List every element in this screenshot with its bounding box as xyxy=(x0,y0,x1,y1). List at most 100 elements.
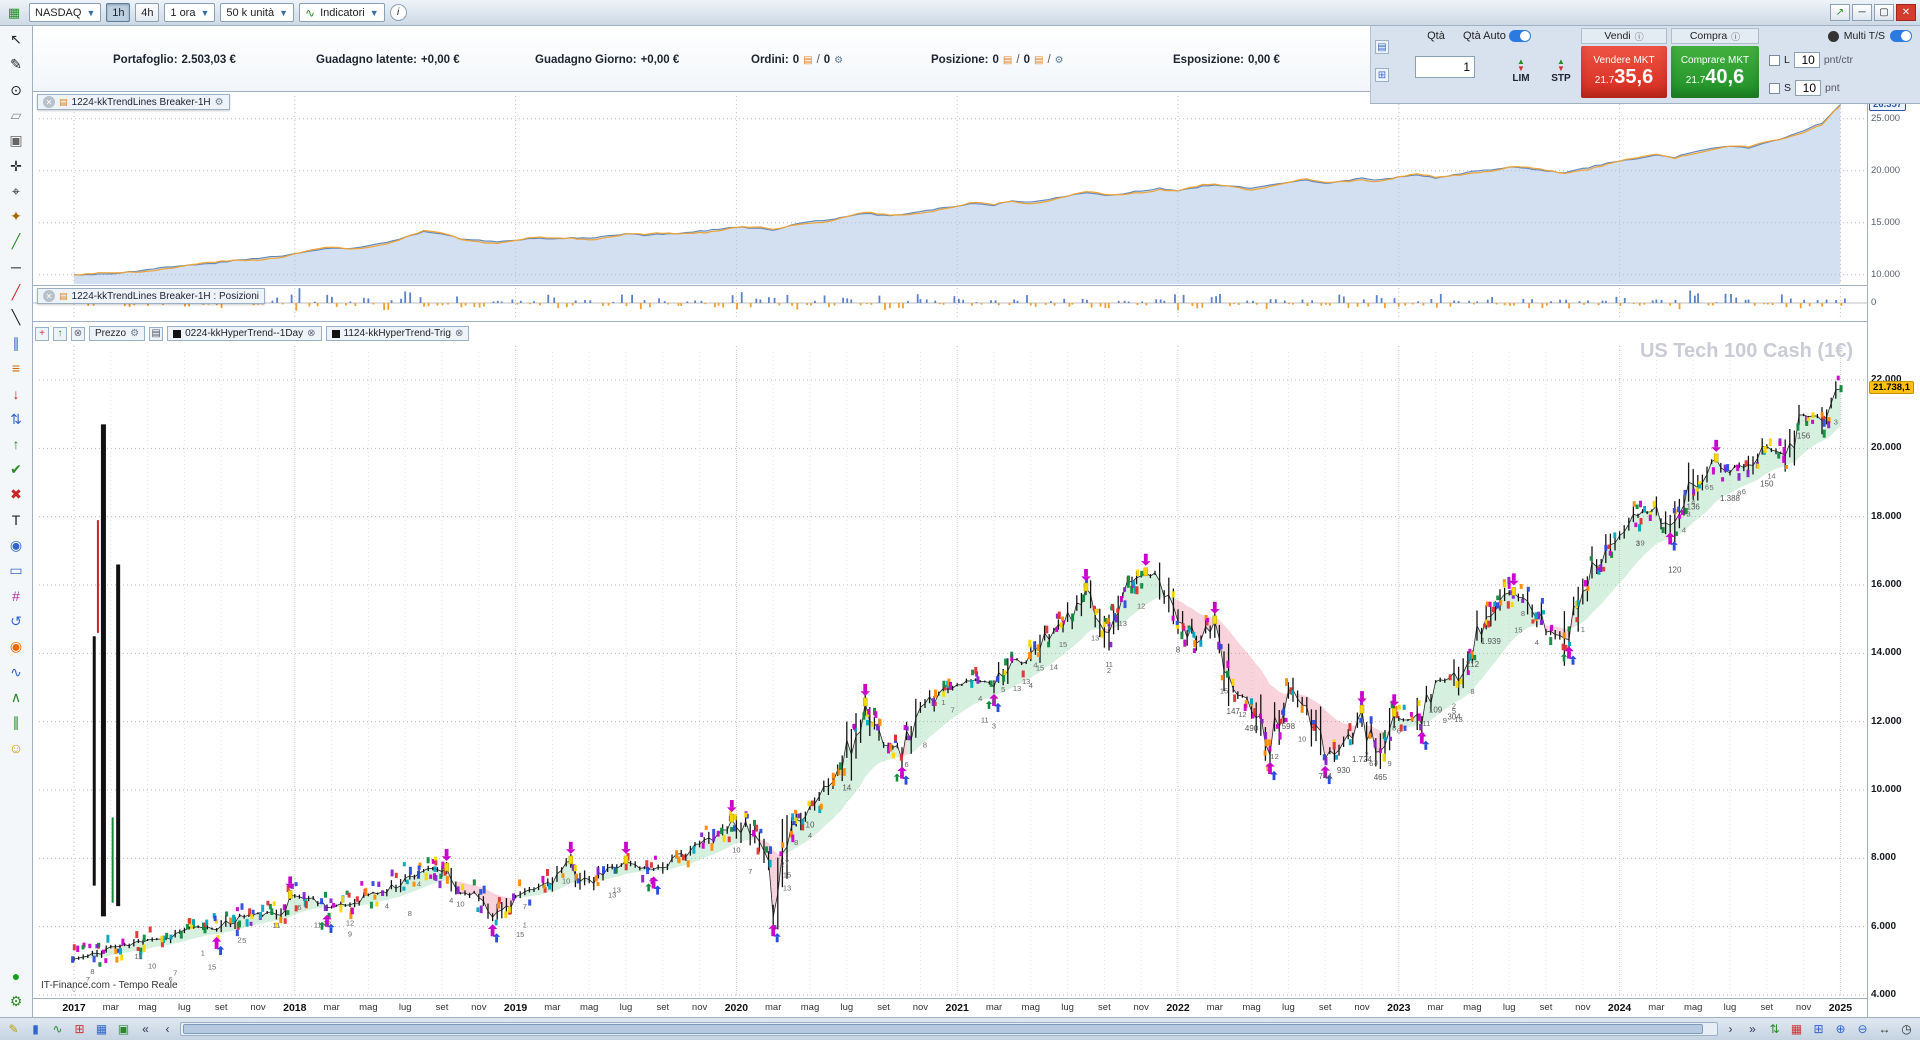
order-book-icon[interactable]: ▤ xyxy=(1375,40,1389,54)
equity-chart-svg[interactable] xyxy=(33,92,1867,286)
equity-chart[interactable] xyxy=(33,92,1867,286)
info-icon[interactable]: ⓘ xyxy=(1731,30,1740,43)
ray-tool-icon[interactable]: ╱ xyxy=(3,281,29,304)
time-axis[interactable]: 2017 mar mag lug set nov 2018 mar mag lug set nov 20… xyxy=(33,998,1867,1017)
channel-tool-icon[interactable]: ∥ xyxy=(3,711,29,734)
wrench-icon[interactable]: ⚙ xyxy=(130,328,139,339)
orders-list-icon[interactable]: ▤ xyxy=(803,55,812,66)
scroll-right-button[interactable]: › xyxy=(1721,1021,1740,1038)
text-tool-icon[interactable]: T xyxy=(3,509,29,532)
layout-icon[interactable]: ▦ xyxy=(92,1021,111,1038)
buy-market-button[interactable]: Comprare MKT 21.740,6 xyxy=(1671,46,1759,98)
horizontal-scrollbar[interactable] xyxy=(180,1022,1718,1036)
positions-chart-svg[interactable] xyxy=(33,286,1867,322)
candlestick-view-icon[interactable]: ▮ xyxy=(26,1021,45,1038)
keypad-icon[interactable]: ⊞ xyxy=(1375,68,1389,82)
limit-order-button[interactable]: ▲ ▼ LIM xyxy=(1503,48,1539,94)
add-indicator-icon[interactable]: + xyxy=(35,326,49,341)
position-history-icon[interactable]: ▤ xyxy=(1034,55,1043,66)
cancel-icon[interactable]: ✖ xyxy=(3,483,29,506)
stats-tool-icon[interactable]: ∿ xyxy=(3,661,29,684)
close-icon[interactable]: ✕ xyxy=(43,96,55,108)
emoji-tool-icon[interactable]: ☺ xyxy=(3,736,29,759)
info-icon[interactable]: ⓘ xyxy=(1635,30,1644,43)
rectangle-tool-icon[interactable]: ▭ xyxy=(3,559,29,582)
toolbar-settings-icon[interactable]: ⚙ xyxy=(3,990,29,1013)
stop-points-input[interactable] xyxy=(1795,80,1822,96)
orders-settings-icon[interactable]: ⚙ xyxy=(834,55,843,66)
parallel-lines-tool-icon[interactable]: ∥ xyxy=(3,332,29,355)
scroll-left-button[interactable]: ‹ xyxy=(158,1021,177,1038)
units-select[interactable]: 50 k unità ▼ xyxy=(220,3,295,22)
confirm-icon[interactable]: ✔ xyxy=(3,458,29,481)
zoom-tool-icon[interactable]: ⊙ xyxy=(3,79,29,102)
scroll-far-left-button[interactable]: « xyxy=(136,1021,155,1038)
equity-panel-tab[interactable]: ✕ ▤ 1224-kkTrendLines Breaker-1H ⚙ xyxy=(37,94,230,110)
crosshair-tool-icon[interactable]: ⌖ xyxy=(3,180,29,203)
zigzag-tool-icon[interactable]: ∧ xyxy=(3,686,29,709)
price-chart[interactable]: 10 14 8 147 490 598 744 930 1.724 465 109 304 212 1.9… xyxy=(33,322,1867,998)
maximize-button[interactable]: ▢ xyxy=(1874,4,1894,21)
list-icon[interactable]: ▤ xyxy=(149,326,164,341)
pencil-tool-icon[interactable]: ✎ xyxy=(3,53,29,76)
sell-arrow-icon[interactable]: ↓ xyxy=(3,382,29,405)
calendar-icon[interactable]: ▦ xyxy=(1787,1021,1806,1038)
snapshot-icon[interactable]: ▣ xyxy=(114,1021,133,1038)
stop-checkbox[interactable] xyxy=(1769,82,1780,94)
sell-market-button[interactable]: Vendere MKT 21.735,6 xyxy=(1581,46,1667,98)
delete-tool-icon[interactable]: ▣ xyxy=(3,129,29,152)
indicator1-chip[interactable]: 0224-kkHyperTrend--1Day ⊗ xyxy=(167,326,322,341)
scrollbar-thumb[interactable] xyxy=(183,1024,1703,1034)
windows-icon[interactable]: ⊞ xyxy=(1809,1021,1828,1038)
auto-scroll-icon[interactable]: ⇅ xyxy=(1765,1021,1784,1038)
indicator2-chip[interactable]: 1124-kkHyperTrend-Trig ⊗ xyxy=(325,326,470,341)
quantity-input[interactable] xyxy=(1415,56,1475,78)
pin-tool-icon[interactable]: ◉ xyxy=(3,534,29,557)
period-select[interactable]: 1 ora ▼ xyxy=(164,3,216,22)
instrument-select[interactable]: NASDAQ ▼ xyxy=(29,3,102,22)
price-axis[interactable]: 26.357 25.000 20.000 15.000 10.000 0 22.000 20.… xyxy=(1867,26,1920,1017)
grid-view-icon[interactable]: ⊞ xyxy=(70,1021,89,1038)
close-icon[interactable]: ⊗ xyxy=(455,328,463,339)
position-settings-icon[interactable]: ⚙ xyxy=(1055,55,1064,66)
positions-chart[interactable] xyxy=(33,286,1867,322)
zoom-in-icon[interactable]: ⊕ xyxy=(1831,1021,1850,1038)
expand-panel-icon[interactable]: ↑ xyxy=(53,326,67,341)
scroll-far-right-button[interactable]: » xyxy=(1743,1021,1762,1038)
trendline-tool-icon[interactable]: ╱ xyxy=(3,230,29,253)
timeframe-4h-button[interactable]: 4h xyxy=(135,3,160,22)
rotate-tool-icon[interactable]: ↺ xyxy=(3,610,29,633)
close-icon[interactable]: ✕ xyxy=(43,290,55,302)
updown-arrows-icon[interactable]: ⇅ xyxy=(3,408,29,431)
timeframe-1h-button[interactable]: 1h xyxy=(106,3,131,22)
draw-mode-icon[interactable]: ✎ xyxy=(4,1021,23,1038)
new-chart-icon[interactable]: ↗ xyxy=(1830,4,1850,21)
clock-icon[interactable]: ◷ xyxy=(1897,1021,1916,1038)
cursor-tool-icon[interactable]: ↖ xyxy=(3,28,29,51)
alert-tool-icon[interactable]: ◉ xyxy=(3,635,29,658)
stop-order-button[interactable]: ▲ ▼ STP xyxy=(1543,48,1579,94)
position-list-icon[interactable]: ▤ xyxy=(1003,55,1012,66)
line-chart-view-icon[interactable]: ∿ xyxy=(48,1021,67,1038)
segment-tool-icon[interactable]: ╲ xyxy=(3,306,29,329)
minimize-button[interactable]: ─ xyxy=(1852,4,1872,21)
close-icon[interactable]: ⊗ xyxy=(307,328,315,339)
connection-status-icon[interactable]: ● xyxy=(3,964,29,987)
limit-points-input[interactable] xyxy=(1793,52,1820,68)
price-chart-svg[interactable]: 10148147490 5987449301.7244651093042121.9… xyxy=(33,322,1867,998)
pattern-tool-icon[interactable]: # xyxy=(3,585,29,608)
wrench-icon[interactable]: ⚙ xyxy=(215,97,224,108)
fibonacci-tool-icon[interactable]: ≡ xyxy=(3,357,29,380)
buy-arrow-icon[interactable]: ↑ xyxy=(3,433,29,456)
qty-auto-toggle[interactable] xyxy=(1508,30,1531,43)
multi-ts-toggle[interactable] xyxy=(1890,30,1912,42)
close-button[interactable]: ✕ xyxy=(1896,4,1916,21)
indicators-select[interactable]: ∿ Indicatori ▼ xyxy=(299,3,385,22)
fit-width-icon[interactable]: ↔ xyxy=(1875,1021,1894,1038)
price-chip[interactable]: Prezzo ⚙ xyxy=(89,326,146,341)
magnet-tool-icon[interactable]: ✦ xyxy=(3,205,29,228)
eraser-tool-icon[interactable]: ▱ xyxy=(3,104,29,127)
limit-checkbox[interactable] xyxy=(1769,54,1780,66)
zoom-out-icon[interactable]: ⊖ xyxy=(1853,1021,1872,1038)
multi-ts-knob-icon[interactable] xyxy=(1827,30,1839,42)
